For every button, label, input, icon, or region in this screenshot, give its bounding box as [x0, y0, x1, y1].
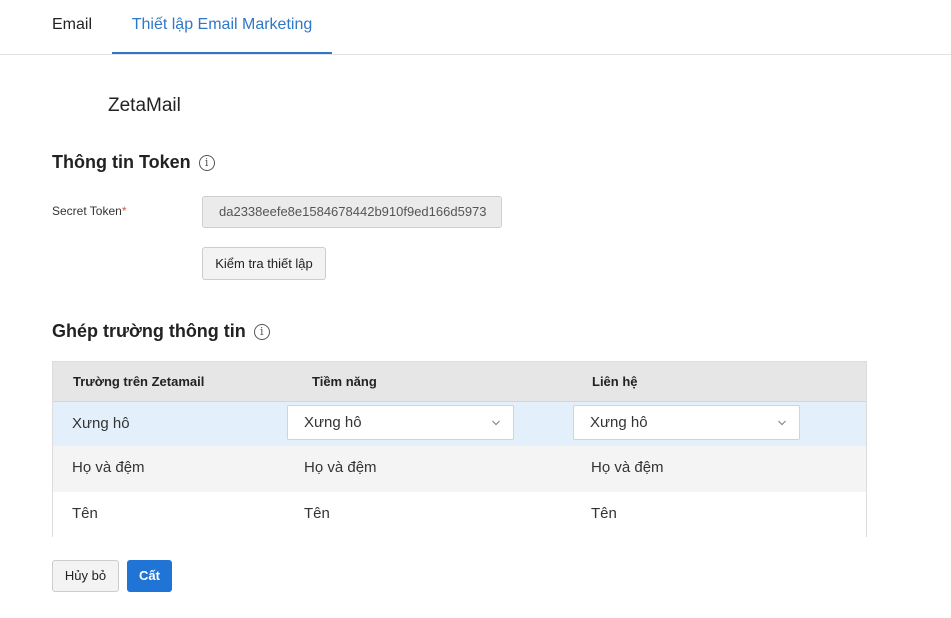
contact-field-select[interactable]: Xưng hô	[573, 405, 800, 440]
check-settings-button[interactable]: Kiểm tra thiết lập	[202, 247, 326, 280]
required-mark: *	[121, 204, 127, 218]
tab-email-marketing-settings[interactable]: Thiết lập Email Marketing	[112, 0, 332, 54]
chevron-down-icon	[492, 420, 500, 426]
token-section-title: Thông tin Token i	[52, 152, 215, 173]
secret-token-input[interactable]: da2338eefe8e1584678442b910f9ed166d5973	[202, 196, 502, 228]
info-icon[interactable]: i	[253, 323, 270, 340]
field-mapping-table: Trường trên Zetamail Tiềm năng Liên hệ X…	[52, 361, 867, 537]
token-section-title-text: Thông tin Token	[52, 152, 191, 172]
contact-field-cell: Tên	[591, 505, 617, 522]
zetamail-field-cell: Tên	[72, 505, 98, 522]
table-row[interactable]: Tên Tên Tên	[53, 492, 866, 537]
provider-name: ZetaMail	[108, 95, 181, 116]
secret-token-label-text: Secret Token	[52, 204, 122, 218]
mapping-section-title: Ghép trường thông tin i	[52, 321, 270, 342]
column-header-contact: Liên hệ	[592, 374, 638, 389]
secret-token-label: Secret Token*	[52, 204, 127, 218]
column-header-lead: Tiềm năng	[312, 374, 377, 389]
tab-bar: Email Thiết lập Email Marketing	[0, 0, 951, 55]
lead-field-select-value: Xưng hô	[304, 414, 362, 431]
lead-field-cell: Tên	[304, 505, 330, 522]
contact-field-cell: Họ và đệm	[591, 459, 664, 476]
save-button[interactable]: Cất	[127, 560, 172, 592]
lead-field-select[interactable]: Xưng hô	[287, 405, 514, 440]
info-icon[interactable]: i	[198, 154, 215, 171]
zetamail-field-cell: Họ và đệm	[72, 459, 145, 476]
tab-email[interactable]: Email	[52, 0, 92, 54]
contact-field-select-value: Xưng hô	[590, 414, 648, 431]
table-header: Trường trên Zetamail Tiềm năng Liên hệ	[53, 362, 866, 402]
table-row[interactable]: Họ và đệm Họ và đệm Họ và đệm	[53, 446, 866, 492]
lead-field-cell: Họ và đệm	[304, 459, 377, 476]
zetamail-field-cell: Xưng hô	[72, 415, 130, 432]
chevron-down-icon	[778, 420, 786, 426]
cancel-button[interactable]: Hủy bỏ	[52, 560, 119, 592]
table-row[interactable]: Xưng hô Xưng hô Xưng hô	[53, 402, 866, 447]
mapping-section-title-text: Ghép trường thông tin	[52, 321, 246, 341]
column-header-zetamail-field: Trường trên Zetamail	[73, 374, 205, 389]
